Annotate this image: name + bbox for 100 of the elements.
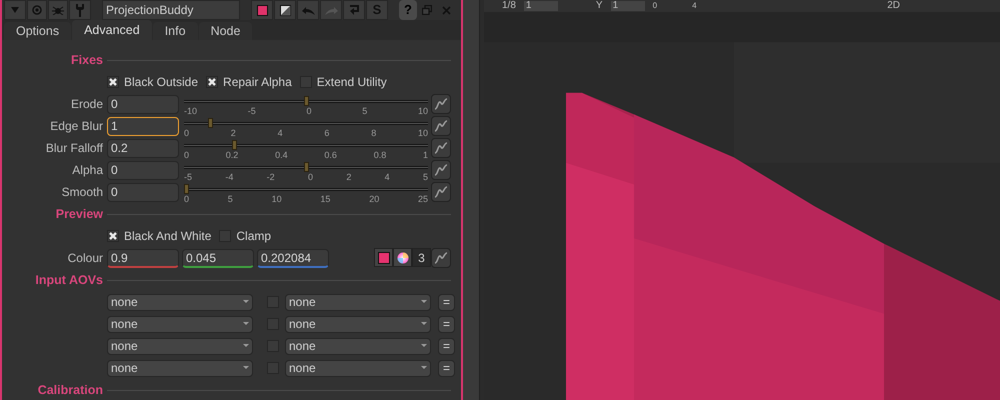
dropdown[interactable]: none: [107, 316, 253, 332]
tick-label: 10: [418, 106, 428, 116]
field-label: Smooth: [62, 185, 103, 199]
collapse-button[interactable]: [4, 0, 26, 20]
field-label: Erode: [70, 97, 103, 111]
split-square-icon: [280, 4, 290, 16]
colour-field[interactable]: 0.202084: [257, 248, 329, 268]
checkbox[interactable]: [107, 230, 119, 242]
tick-label: -2: [266, 172, 275, 182]
dropdown[interactable]: none: [285, 294, 431, 310]
slider-track[interactable]: [184, 184, 428, 194]
slider-handle[interactable]: [304, 162, 308, 172]
dropdown[interactable]: none: [285, 360, 431, 376]
colour-swatch: [256, 4, 268, 16]
caret-icon: [421, 300, 427, 304]
dropdown[interactable]: none: [107, 294, 253, 310]
animation-button[interactable]: [431, 160, 451, 180]
tick-label: 0.4: [275, 150, 288, 160]
loop-arrow-icon: [348, 4, 360, 16]
bug-button[interactable]: [48, 0, 68, 20]
animation-button[interactable]: [431, 94, 451, 114]
number-field[interactable]: 0: [107, 94, 179, 114]
section-title: Input AOVs: [35, 272, 103, 287]
animation-button[interactable]: [431, 248, 451, 268]
caret-icon: [421, 344, 427, 348]
dropdown[interactable]: none: [107, 360, 253, 376]
number-field[interactable]: 1: [107, 116, 179, 136]
slider-track[interactable]: [184, 118, 428, 128]
checkbox-label: Extend Utility: [316, 74, 387, 91]
colour-field[interactable]: 0.045: [182, 248, 254, 268]
caret-icon: [243, 322, 249, 326]
node-colour-button[interactable]: [251, 0, 273, 20]
animation-button[interactable]: [431, 116, 451, 136]
tick-label: 0.6: [324, 150, 337, 160]
tick-label: 0: [184, 150, 190, 160]
viewer-toggle-button[interactable]: [27, 0, 47, 20]
tick-label: 5: [228, 194, 233, 204]
section-title: Preview: [56, 206, 103, 221]
slider-handle[interactable]: [232, 140, 237, 150]
dropdown[interactable]: none: [285, 338, 431, 354]
checkbox-label: Repair Alpha: [223, 74, 292, 91]
slider-track[interactable]: [184, 162, 428, 172]
number-field[interactable]: 0: [107, 160, 179, 180]
number-field[interactable]: 0: [107, 182, 179, 202]
tick-label: 25: [418, 194, 428, 204]
slider-track[interactable]: [184, 140, 428, 150]
tab[interactable]: Advanced: [72, 20, 152, 40]
tick-label: 10: [272, 194, 282, 204]
restore-icon: [422, 5, 432, 15]
curve-icon: [434, 163, 448, 177]
slider-track[interactable]: [184, 96, 428, 106]
number-field[interactable]: 1: [524, 1, 558, 11]
caret-icon: [421, 322, 427, 326]
dropdown[interactable]: none: [107, 338, 253, 354]
redo-icon: [324, 6, 338, 14]
colour-swatch-button[interactable]: [374, 248, 393, 267]
checkbox-label: Black Outside: [124, 74, 198, 91]
animation-button[interactable]: [431, 182, 451, 202]
tick-label: 6: [324, 128, 330, 138]
view-mode-label: 2D: [887, 1, 900, 11]
colour-wheel-button[interactable]: [393, 248, 412, 267]
checkbox-label: Black And White: [124, 228, 212, 245]
field-label: Edge Blur: [50, 119, 103, 133]
channel-count-button[interactable]: 3: [412, 248, 431, 267]
dropdown[interactable]: none: [285, 316, 431, 332]
close-icon: [442, 6, 450, 14]
triangle-icon: [11, 7, 19, 13]
number-field[interactable]: 0.2: [107, 138, 179, 158]
tick-label: 10: [418, 128, 428, 138]
slider-handle[interactable]: [304, 96, 308, 106]
tick-label: 2: [230, 128, 236, 138]
animation-button[interactable]: [431, 138, 451, 158]
slider-handle[interactable]: [184, 184, 189, 194]
tick-label: -10: [184, 106, 198, 116]
curve-icon: [434, 141, 448, 155]
node-name-field[interactable]: ProjectionBuddy: [102, 0, 240, 20]
checkbox[interactable]: [107, 76, 119, 88]
tick-label: 0: [184, 194, 190, 204]
tab[interactable]: Node: [198, 22, 252, 40]
number-field[interactable]: 1: [610, 1, 645, 11]
link-button[interactable]: =: [438, 360, 455, 376]
curve-icon: [434, 185, 448, 199]
link-button[interactable]: =: [438, 316, 455, 332]
curve-icon: [434, 119, 448, 133]
wrench-button[interactable]: [69, 0, 91, 20]
tab[interactable]: Options: [4, 22, 72, 40]
checkbox[interactable]: [206, 76, 218, 88]
colour-field[interactable]: 0.9: [107, 248, 179, 268]
tick-label: 15: [320, 194, 330, 204]
target-icon: [32, 5, 42, 15]
tab[interactable]: Info: [152, 22, 198, 40]
curve-icon: [434, 251, 448, 265]
tick-label: 5: [422, 172, 428, 182]
scrollbar[interactable]: [463, 0, 480, 400]
font-colour-button[interactable]: [274, 0, 296, 20]
link-button[interactable]: =: [438, 338, 455, 354]
slider-handle[interactable]: [208, 118, 213, 128]
tick-label: 4: [384, 172, 390, 182]
revert-button[interactable]: [343, 0, 365, 20]
link-button[interactable]: =: [438, 294, 455, 310]
